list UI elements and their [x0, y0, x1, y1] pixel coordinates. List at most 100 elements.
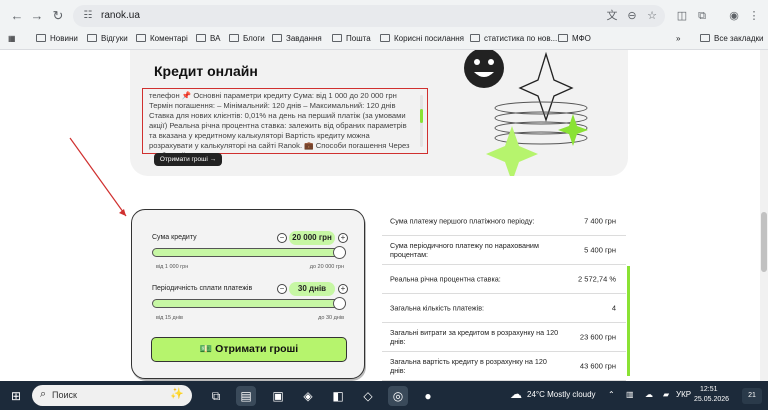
- search-placeholder: Поиск: [52, 390, 77, 400]
- translate-icon[interactable]: 文: [604, 8, 620, 24]
- taskbar-search[interactable]: ⌕ Поиск ✨: [32, 385, 192, 406]
- smiley-eye: [488, 59, 494, 65]
- onedrive-icon[interactable]: ☁: [645, 390, 653, 399]
- hero-scroll-thumb[interactable]: [420, 109, 423, 123]
- period-minus-button[interactable]: −: [277, 284, 287, 294]
- weather-icon: ☁: [510, 387, 522, 401]
- notes-icon[interactable]: ◧: [328, 386, 348, 406]
- app-icon[interactable]: ◇: [358, 386, 378, 406]
- amount-slider-thumb[interactable]: [333, 246, 346, 259]
- copilot-icon[interactable]: ◈: [298, 386, 318, 406]
- smiley-eye: [474, 59, 480, 65]
- bookmark-label: статистика по нов...: [484, 34, 558, 43]
- weather-text[interactable]: 24°C Mostly cloudy: [527, 390, 596, 399]
- period-value: 30 днів: [289, 282, 335, 296]
- bookmark-label: Коментарі: [150, 34, 188, 43]
- page-scroll-thumb[interactable]: [761, 212, 767, 272]
- period-slider-thumb[interactable]: [333, 297, 346, 310]
- bookmark-vidhuky[interactable]: Відгуки: [87, 32, 128, 46]
- chrome-icon[interactable]: ◎: [388, 386, 408, 406]
- small-green-star: [558, 114, 588, 146]
- result-row: Загальна кількість платежів: 4: [382, 294, 626, 323]
- folder-icon: [332, 34, 342, 42]
- results-list: Сума платежу першого платіжного періоду:…: [382, 207, 626, 381]
- period-plus-button[interactable]: +: [338, 284, 348, 294]
- folder-icon: [136, 34, 146, 42]
- address-bar[interactable]: ☷ ranok.ua 文 ⊖ ☆: [73, 5, 665, 27]
- menu-icon[interactable]: ⋮: [746, 8, 762, 24]
- result-label: Загальна кількість платежів:: [390, 303, 485, 313]
- bookmark-korysni[interactable]: Корисні посилання: [380, 32, 464, 46]
- clock-time[interactable]: 12:51: [700, 386, 718, 393]
- zoom-icon[interactable]: ⊖: [624, 8, 640, 24]
- browser-icon[interactable]: ●: [418, 386, 438, 406]
- result-row: Сума платежу першого платіжного періоду:…: [382, 207, 626, 236]
- profile-icon[interactable]: ◉: [726, 8, 742, 24]
- hero-section: Кредит онлайн телефон 📌 Основні параметр…: [130, 50, 628, 176]
- bookmark-mfo[interactable]: МФО: [558, 32, 591, 46]
- reload-icon[interactable]: ↻: [49, 7, 67, 25]
- hero-description-box[interactable]: телефон 📌 Основні параметри кредиту Сума…: [142, 88, 428, 154]
- tray-app-icon[interactable]: ▥: [626, 390, 634, 399]
- period-min: від 15 днів: [156, 315, 183, 321]
- result-row: Сума періодичного платежу по нарахованим…: [382, 236, 626, 265]
- hero-scrollbar[interactable]: [420, 95, 423, 147]
- amount-minus-button[interactable]: −: [277, 233, 287, 243]
- bookmarks-bar: ▦ Новини Відгуки Коментарі ВА Блоги Завд…: [0, 30, 768, 48]
- task-view-icon[interactable]: ⧉: [206, 386, 226, 406]
- bookmark-novyny[interactable]: Новини: [36, 32, 78, 46]
- tray-chevron-icon[interactable]: ⌃: [608, 390, 615, 399]
- more-bookmarks-chevron[interactable]: »: [676, 32, 680, 46]
- apps-icon[interactable]: ▦: [8, 32, 16, 46]
- amount-max: до 20 000 грн: [309, 264, 344, 270]
- result-label: Реальна річна процентна ставка:: [390, 274, 501, 284]
- forward-icon[interactable]: →: [28, 7, 46, 25]
- screenshot-icon[interactable]: ◫: [674, 8, 690, 24]
- result-label: Сума платежу першого платіжного періоду:: [390, 216, 535, 226]
- bookmark-zavdannia[interactable]: Завдання: [272, 32, 322, 46]
- folder-icon: [380, 34, 390, 42]
- bookmark-blogy[interactable]: Блоги: [229, 32, 265, 46]
- bookmark-komentari[interactable]: Коментарі: [136, 32, 188, 46]
- windows-taskbar: ⊞ ⌕ Поиск ✨ ⧉ ▤ ▣ ◈ ◧ ◇ ◎ ● ☁ 24°C Mostl…: [0, 381, 768, 410]
- back-icon[interactable]: ←: [8, 7, 26, 25]
- site-info-icon[interactable]: ☷: [81, 9, 95, 23]
- hero-illustration: [464, 50, 588, 176]
- sparkle-icon: ✨: [170, 388, 184, 400]
- result-value: 2 572,74 %: [578, 274, 616, 284]
- smiley-face: [464, 50, 504, 88]
- network-icon[interactable]: ▰: [663, 390, 669, 399]
- bookmark-poshta[interactable]: Пошта: [332, 32, 371, 46]
- notification-badge[interactable]: 21: [742, 388, 762, 404]
- period-max: до 30 днів: [318, 315, 344, 321]
- hero-get-money-button[interactable]: Отримати гроші →: [154, 153, 222, 166]
- get-money-button[interactable]: 💵 Отримати гроші: [151, 337, 347, 362]
- star-icon[interactable]: ☆: [644, 8, 660, 24]
- bookmark-statystyka[interactable]: статистика по нов...: [470, 32, 557, 46]
- result-row: Загальна вартість кредиту в розрахунку н…: [382, 352, 626, 381]
- annotation-arrow: [69, 137, 127, 217]
- amount-plus-button[interactable]: +: [338, 233, 348, 243]
- all-bookmarks[interactable]: Все закладки: [700, 32, 763, 46]
- bookmark-label: Завдання: [286, 34, 322, 43]
- bookmark-va[interactable]: ВА: [196, 32, 220, 46]
- browser-toolbar: ← → ↻ ☷ ranok.ua 文 ⊖ ☆ ◫ ⧉ ◉ ⋮: [0, 4, 768, 28]
- folder-icon: [700, 34, 710, 42]
- page-scrollbar[interactable]: [760, 50, 768, 381]
- amount-slider[interactable]: [152, 248, 346, 257]
- clock-date[interactable]: 25.05.2026: [694, 396, 729, 403]
- folder-icon: [36, 34, 46, 42]
- folder-icon: [229, 34, 239, 42]
- bookmark-label: Корисні посилання: [394, 34, 464, 43]
- file-explorer-icon[interactable]: ▤: [236, 386, 256, 406]
- extensions-icon[interactable]: ⧉: [694, 8, 710, 24]
- amount-label: Сума кредиту: [152, 234, 197, 241]
- period-slider[interactable]: [152, 299, 346, 308]
- language-indicator[interactable]: УКР: [676, 390, 691, 399]
- windows-start-icon[interactable]: ⊞: [6, 386, 26, 406]
- browser-chrome: ← → ↻ ☷ ranok.ua 文 ⊖ ☆ ◫ ⧉ ◉ ⋮ ▦ Новини …: [0, 0, 768, 50]
- result-value: 5 400 грн: [584, 245, 616, 255]
- store-icon[interactable]: ▣: [268, 386, 288, 406]
- result-row: Реальна річна процентна ставка: 2 572,74 …: [382, 265, 626, 294]
- bookmark-label: Блоги: [243, 34, 265, 43]
